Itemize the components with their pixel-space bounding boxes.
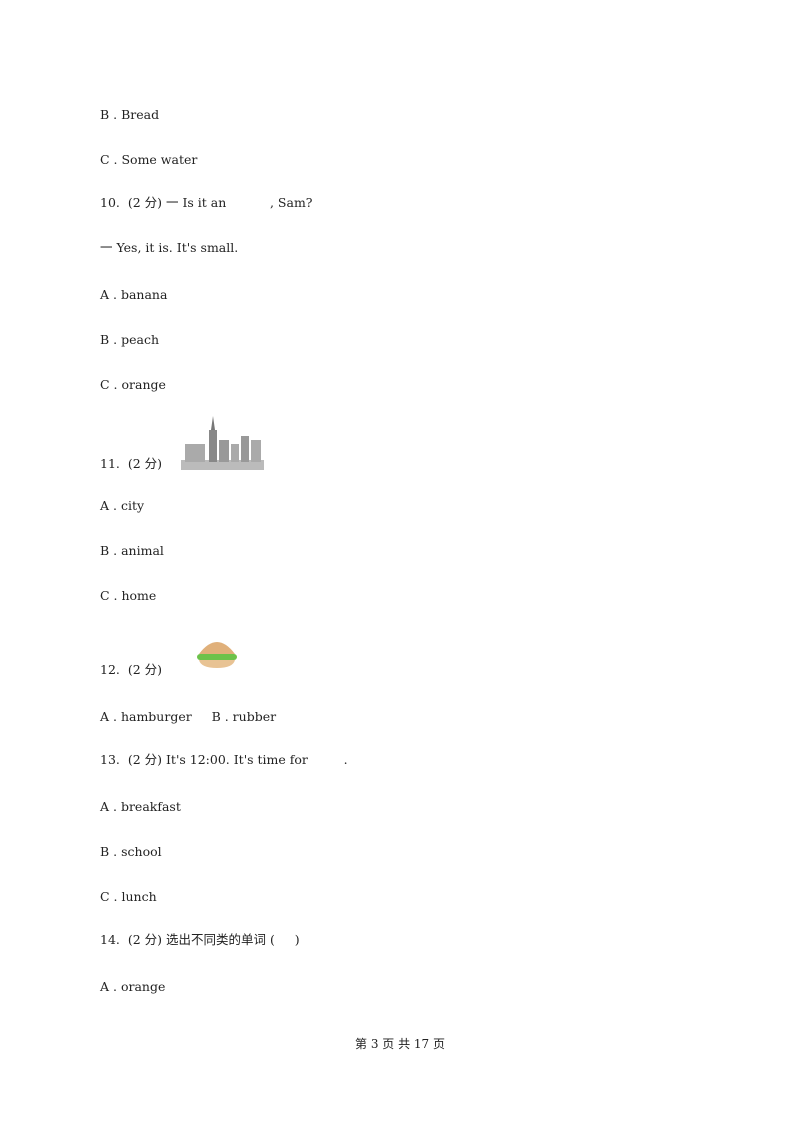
option-b-school: B . school xyxy=(100,844,162,859)
question-10-answer-line: 一 Yes, it is. It's small. xyxy=(100,240,239,255)
option-b-peach: B . peach xyxy=(100,332,160,347)
option-b-animal: B . animal xyxy=(100,543,164,558)
option-c-orange: C . orange xyxy=(100,377,166,392)
page-footer: 第 3 页 共 17 页 xyxy=(355,1037,445,1051)
question-11: 11. (2 分) xyxy=(100,456,163,471)
option-a-orange: A . orange xyxy=(100,979,166,994)
option-b-bread: B . Bread xyxy=(100,107,160,122)
document-page: B . Bread C . Some water 10. (2 分) 一 Is … xyxy=(0,0,800,1132)
question-10: 10. (2 分) 一 Is it an , Sam? xyxy=(100,195,313,210)
question-12-options: A . hamburger B . rubber xyxy=(100,709,277,724)
hamburger-image xyxy=(197,642,237,668)
option-a-city: A . city xyxy=(100,498,145,513)
question-12: 12. (2 分) xyxy=(100,662,163,677)
option-c-lunch: C . lunch xyxy=(100,889,157,904)
question-14: 14. (2 分) 选出不同类的单词 ( ) xyxy=(100,932,300,947)
option-c-some-water: C . Some water xyxy=(100,152,198,167)
option-c-home: C . home xyxy=(100,588,157,603)
question-13: 13. (2 分) It's 12:00. It's time for . xyxy=(100,752,348,767)
city-skyline-image xyxy=(181,416,264,470)
option-a-breakfast: A . breakfast xyxy=(100,799,181,814)
option-a-banana: A . banana xyxy=(100,287,168,302)
